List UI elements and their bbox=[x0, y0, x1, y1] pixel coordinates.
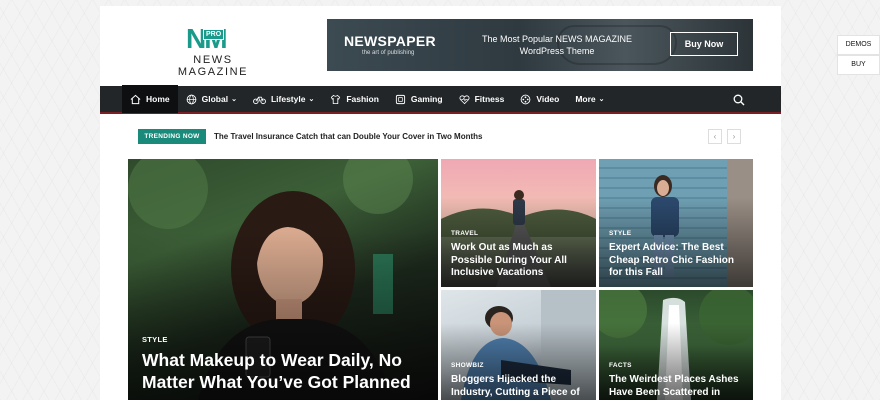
article-title[interactable]: Bloggers Hijacked the Industry, Cutting … bbox=[451, 374, 588, 399]
nav-item-label: Video bbox=[536, 94, 560, 104]
trending-now-badge: TRENDING NOW bbox=[138, 129, 206, 144]
trending-headline-link[interactable]: The Travel Insurance Catch that can Doub… bbox=[214, 132, 483, 141]
heart-pulse-icon bbox=[459, 94, 470, 104]
nav-item-label: Home bbox=[146, 94, 170, 104]
trending-next-button[interactable]: › bbox=[727, 129, 741, 144]
featured-article-card[interactable]: STYLE What Makeup to Wear Daily, No Matt… bbox=[128, 159, 438, 400]
article-card[interactable]: TRAVEL Work Out as Much as Possible Duri… bbox=[441, 159, 596, 287]
buy-button[interactable]: BUY bbox=[837, 55, 880, 75]
featured-title-line2: Matter What You’ve Got Planned bbox=[142, 372, 411, 392]
chevron-down-icon: ⌄ bbox=[231, 96, 237, 103]
nav-item-home[interactable]: Home bbox=[122, 85, 178, 113]
home-icon bbox=[130, 94, 141, 104]
banner-tagline-line1: The Most Popular NEWS MAGAZINE bbox=[481, 34, 633, 44]
chevron-down-icon: ⌄ bbox=[308, 96, 315, 103]
chevron-down-icon: ⌄ bbox=[598, 96, 605, 103]
logo-mark: NM PRO bbox=[186, 25, 238, 53]
nav-item-more[interactable]: More ⌄ bbox=[567, 85, 612, 113]
article-category-label[interactable]: SHOWBIZ bbox=[451, 362, 484, 369]
search-icon[interactable] bbox=[733, 94, 745, 106]
nav-item-lifestyle[interactable]: Lifestyle ⌄ bbox=[245, 85, 322, 113]
article-card[interactable]: FACTS The Weirdest Places Ashes Have Bee… bbox=[599, 290, 753, 400]
gaming-icon bbox=[395, 94, 406, 104]
banner-subtitle: the art of publishing bbox=[362, 50, 415, 56]
featured-category-label[interactable]: STYLE bbox=[142, 335, 168, 344]
globe-icon bbox=[186, 94, 196, 104]
nav-item-label: Fitness bbox=[474, 94, 505, 104]
logo-text: NEWS MAGAZINE bbox=[177, 54, 249, 78]
nav-item-label: Lifestyle bbox=[270, 94, 306, 104]
nav-item-fashion[interactable]: Fashion bbox=[322, 85, 387, 113]
featured-article-title[interactable]: What Makeup to Wear Daily, No Matter Wha… bbox=[142, 349, 432, 393]
demos-button[interactable]: DEMOS bbox=[837, 35, 880, 55]
featured-title-line1: What Makeup to Wear Daily, No bbox=[142, 350, 402, 370]
nav-item-label: More bbox=[575, 94, 596, 104]
article-card[interactable]: SHOWBIZ Bloggers Hijacked the Industry, … bbox=[441, 290, 596, 400]
logo-pro-badge: PRO bbox=[203, 29, 225, 40]
banner-tagline: The Most Popular NEWS MAGAZINE WordPress… bbox=[477, 33, 637, 57]
main-navigation: Home Global ⌄ Lifestyle ⌄ Fashion Gaming… bbox=[100, 85, 781, 114]
film-icon bbox=[520, 94, 531, 104]
header-banner-ad[interactable]: NEWSPAPER the art of publishing The Most… bbox=[327, 19, 753, 71]
bicycle-icon bbox=[253, 96, 266, 104]
banner-buy-now-button[interactable]: Buy Now bbox=[670, 32, 738, 56]
nav-item-video[interactable]: Video bbox=[512, 85, 567, 113]
article-category-label[interactable]: FACTS bbox=[609, 362, 632, 369]
article-title[interactable]: Expert Advice: The Best Cheap Retro Chic… bbox=[609, 242, 745, 280]
nav-item-fitness[interactable]: Fitness bbox=[451, 85, 513, 113]
site-logo[interactable]: NM PRO NEWS MAGAZINE bbox=[156, 25, 270, 79]
nav-item-label: Gaming bbox=[410, 94, 443, 104]
article-title[interactable]: The Weirdest Places Ashes Have Been Scat… bbox=[609, 374, 745, 399]
article-card[interactable]: STYLE Expert Advice: The Best Cheap Retr… bbox=[599, 159, 753, 287]
nav-item-gaming[interactable]: Gaming bbox=[387, 85, 451, 113]
nav-item-label: Fashion bbox=[346, 94, 379, 104]
nav-item-label: Global bbox=[201, 94, 229, 104]
article-title[interactable]: Work Out as Much as Possible During Your… bbox=[451, 242, 588, 280]
banner-tagline-line2: WordPress Theme bbox=[519, 46, 595, 56]
trending-prev-button[interactable]: ‹ bbox=[708, 129, 722, 144]
nav-item-global[interactable]: Global ⌄ bbox=[178, 85, 245, 113]
fashion-icon bbox=[331, 94, 341, 104]
article-category-label[interactable]: TRAVEL bbox=[451, 230, 478, 237]
article-category-label[interactable]: STYLE bbox=[609, 230, 631, 237]
banner-title: NEWSPAPER bbox=[344, 33, 436, 49]
